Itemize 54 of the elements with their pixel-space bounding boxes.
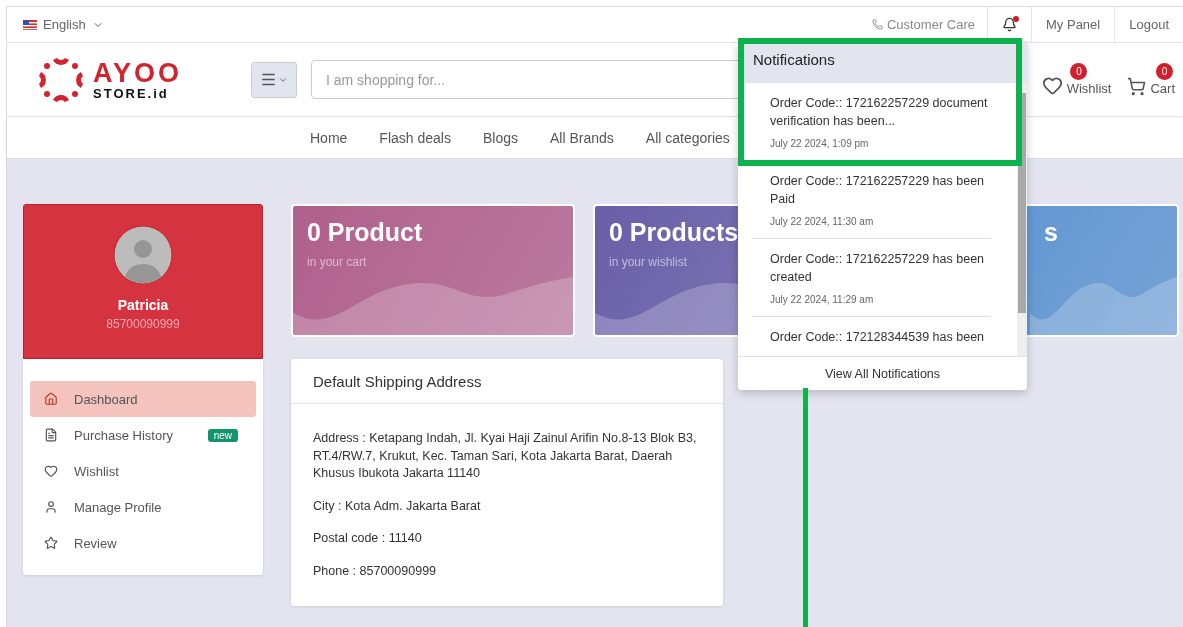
top-link[interactable]: My Panel (1031, 7, 1115, 42)
notification-item[interactable]: Order Code:: 172128344539 has been (770, 329, 991, 347)
document-icon (44, 428, 58, 442)
heart-icon (44, 464, 58, 478)
logo-icon (37, 55, 85, 104)
nav-link[interactable]: Home (310, 129, 348, 146)
profile-name: Patricia (117, 297, 169, 313)
address-line: Phone : 85700090999 (313, 562, 438, 580)
star-icon (44, 536, 58, 550)
nav-link[interactable]: All Brands (550, 129, 614, 146)
menu-icon (260, 71, 277, 88)
bell-icon (1002, 17, 1018, 32)
scrollbar[interactable] (1017, 83, 1027, 356)
address-line: City : Kota Adm. Jakarta Barat (313, 497, 482, 515)
stat-subtitle: in your cart (307, 255, 367, 269)
wishlist-link[interactable]: Wishlist 0 (1041, 63, 1112, 96)
flag-icon (23, 19, 37, 30)
sidebar-item[interactable]: Wishlist (30, 453, 256, 489)
address-line: Address : Ketapang Indah, Jl. Kyai Haji Zainul Arifin No.8-13 Blok B3, RT.4/RW.7, Krukut, Kec. Taman Sari, Kota Jakarta Barat, Daerah Khusus Ibukota Jakarta 11140 (313, 430, 698, 482)
user-icon (44, 500, 58, 514)
top-link[interactable]: Logout (1114, 7, 1183, 42)
stat-title: 0 Products (609, 218, 739, 247)
stat-subtitle: in your wishlist (609, 255, 688, 269)
card-title: Default Shipping Address (291, 359, 723, 404)
nav-link[interactable]: Blogs (482, 129, 518, 146)
cart-icon (1127, 77, 1147, 96)
customer-care-link[interactable]: Customer Care (859, 17, 988, 32)
notification-item[interactable]: Order Code:: 172162257229 document verification has been... July 22 2024, 1:09 pm (770, 95, 991, 149)
count-badge: 0 (1070, 63, 1088, 80)
heart-icon (1041, 75, 1063, 96)
cart-link[interactable]: Cart 0 (1127, 63, 1175, 96)
avatar-icon (113, 225, 173, 285)
notification-item[interactable]: Order Code:: 172162257229 has been Paid July 22 2024, 11:30 am (770, 173, 991, 227)
notification-item[interactable]: Order Code:: 172162257229 has been created July 22 2024, 11:29 am (770, 251, 991, 305)
profile-phone: 85700090999 (106, 317, 180, 331)
stat-title: 0 Product (307, 218, 423, 247)
nav-link[interactable]: Flash deals (379, 129, 451, 146)
nav-link[interactable]: All categories (645, 129, 730, 146)
sidebar-item[interactable]: Review (30, 525, 256, 561)
sidebar-item[interactable]: Manage Profile (30, 489, 256, 525)
logo-subtext: STORE.id (93, 86, 170, 100)
category-menu-button[interactable] (251, 61, 297, 98)
home-icon (44, 392, 58, 406)
language-selector[interactable]: English (23, 17, 104, 32)
sidebar-item[interactable]: Dashboard (30, 381, 256, 417)
address-line: Postal code : 11140 (313, 530, 423, 547)
logo-text: AYOO (93, 59, 183, 87)
sidebar-item[interactable]: Purchase History new (30, 417, 256, 453)
phone-icon (871, 19, 883, 30)
count-badge: 0 (1156, 63, 1173, 80)
stat-title: s (1044, 218, 1058, 247)
logo[interactable]: AYOO STORE.id (37, 55, 251, 104)
view-all-link[interactable]: View All Notifications (738, 356, 1027, 390)
new-badge: new (207, 428, 238, 442)
